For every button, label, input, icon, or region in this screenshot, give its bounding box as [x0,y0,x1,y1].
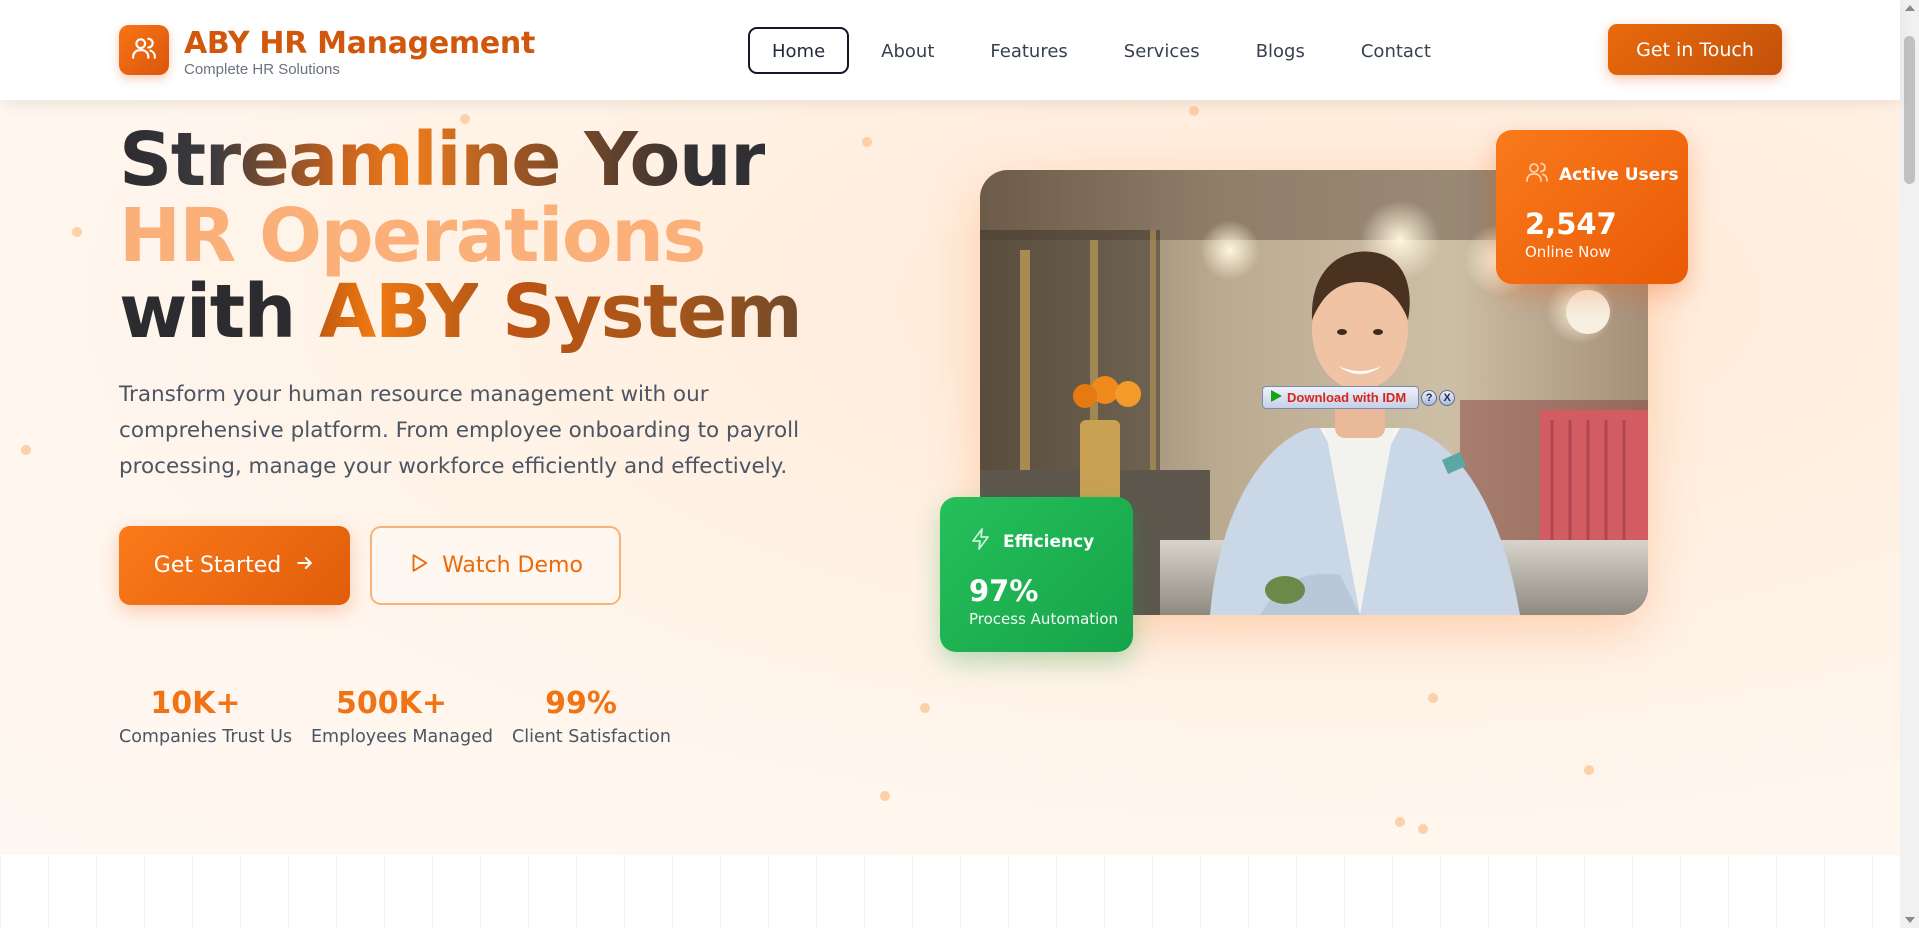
brand-tagline: Complete HR Solutions [184,61,340,78]
decorative-dot [880,791,890,801]
page-scrollbar[interactable] [1900,0,1919,928]
idm-download-label: Download with IDM [1287,390,1407,405]
decorative-dot [1584,765,1594,775]
headline-brand-accent: ABY [319,269,479,355]
get-in-touch-button[interactable]: Get in Touch [1608,24,1782,75]
site-header: ABY HR Management Complete HR Solutions … [0,0,1900,100]
decorative-dot [1395,817,1405,827]
card-subtitle: Online Now [1525,243,1611,261]
nav-features[interactable]: Features [966,27,1091,74]
decorative-dot [1189,106,1199,116]
play-icon [408,552,430,580]
card-title: Efficiency [1003,531,1095,552]
nav-services[interactable]: Services [1100,27,1224,74]
nav-contact[interactable]: Contact [1337,27,1455,74]
headline-line-3-prefix: with [119,269,320,355]
headline-line-3: with ABY System [119,269,803,355]
decorative-dot [862,137,872,147]
stat-label: Companies Trust Us [119,727,293,747]
card-header: Active Users [1525,160,1688,189]
lightning-icon [969,527,993,556]
logo[interactable] [119,25,169,75]
watch-demo-label: Watch Demo [442,553,583,578]
get-started-button[interactable]: Get Started [119,526,350,605]
next-section [0,855,1900,928]
stat-companies: 10K+ Companies Trust Us [119,686,293,747]
card-value: 2,547 [1525,207,1617,241]
main-nav: Home About Features Services Blogs Conta… [748,27,1455,74]
card-title: Active Users [1559,164,1679,185]
watch-demo-button[interactable]: Watch Demo [370,526,621,605]
idm-close-button[interactable]: X [1439,389,1456,406]
idm-help-button[interactable]: ? [1421,389,1438,406]
headline-line-2: HR Operations [119,193,706,279]
card-value: 97% [969,574,1039,608]
users-icon [1525,160,1549,189]
decorative-dot [72,227,82,237]
nav-blogs[interactable]: Blogs [1232,27,1329,74]
idm-download-bar: Download with IDM ? X [1262,386,1456,409]
stat-label: Employees Managed [311,727,493,747]
card-header: Efficiency [969,527,1133,556]
arrow-right-icon [295,553,315,579]
get-started-label: Get Started [153,553,282,578]
scroll-up-icon[interactable] [1905,5,1915,11]
stat-employees: 500K+ Employees Managed [311,686,493,747]
headline-line-3-rest: System [477,269,803,355]
nav-home[interactable]: Home [748,27,850,74]
scroll-down-icon[interactable] [1905,917,1915,923]
decorative-dot [1418,824,1428,834]
play-icon [1269,389,1283,406]
decorative-dot [920,703,930,713]
stat-value: 99% [545,686,617,721]
decorative-dot [1428,693,1438,703]
nav-about[interactable]: About [857,27,958,74]
hero-description: Transform your human resource management… [119,382,800,479]
brand-name[interactable]: ABY HR Management [184,26,535,61]
stat-satisfaction: 99% Client Satisfaction [512,686,671,747]
idm-download-button[interactable]: Download with IDM [1262,386,1420,409]
headline-line-1: Streamline Your [119,117,767,203]
stat-label: Client Satisfaction [512,727,671,747]
scrollbar-thumb[interactable] [1904,36,1915,184]
efficiency-card: Efficiency 97% Process Automation [940,497,1133,652]
decorative-dot [21,445,31,455]
stat-value: 500K+ [335,686,447,721]
stat-value: 10K+ [150,686,241,721]
card-subtitle: Process Automation [969,610,1119,628]
active-users-card: Active Users 2,547 Online Now [1496,130,1688,284]
hero-headline: Streamline Your HR Operations with ABY S… [119,122,803,350]
users-icon [131,35,157,66]
